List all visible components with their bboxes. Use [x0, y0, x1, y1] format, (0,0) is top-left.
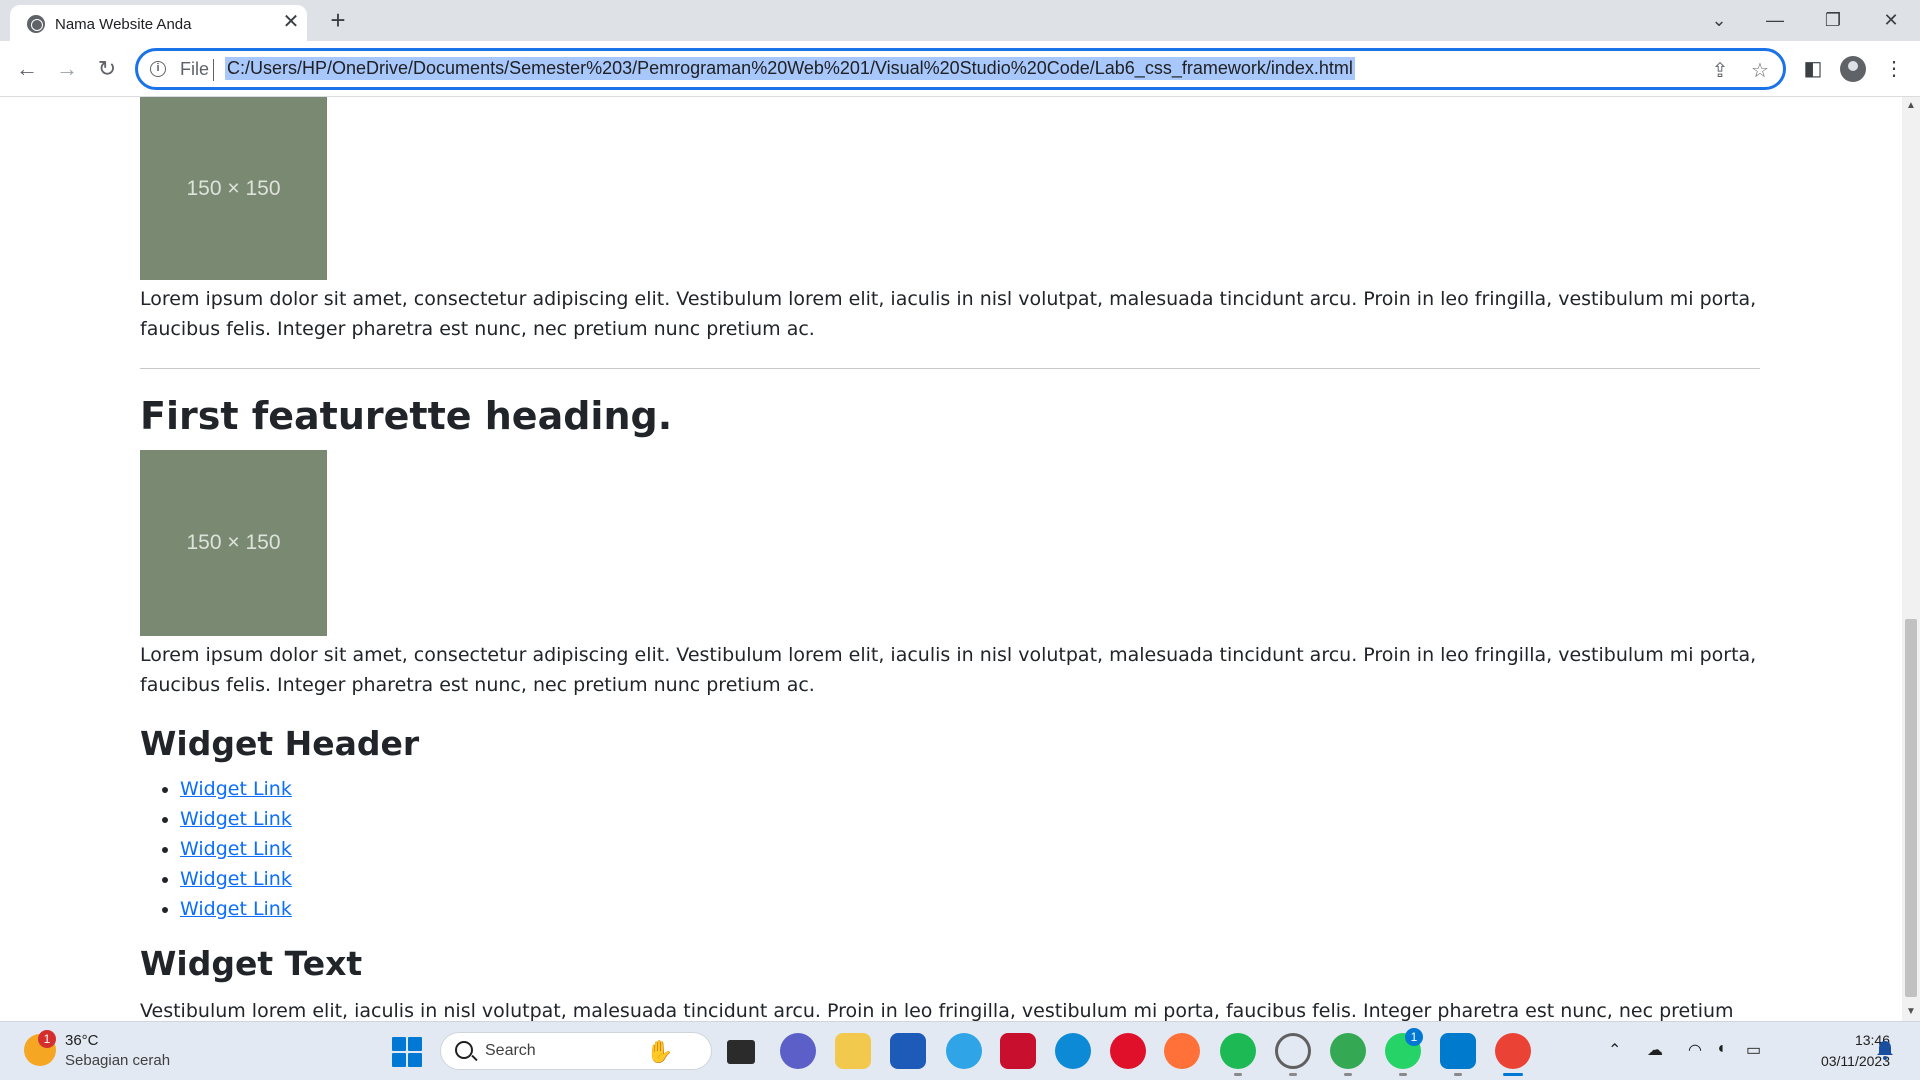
edge-preview-icon[interactable] [946, 1033, 982, 1069]
forward-button[interactable]: → [52, 54, 82, 84]
placeholder-label: 150 × 150 [186, 531, 281, 554]
new-tab-button[interactable]: + [324, 7, 352, 35]
reload-button[interactable]: ↻ [92, 54, 122, 84]
back-button[interactable]: ← [12, 54, 42, 84]
placeholder-image: 150 × 150 [140, 97, 327, 280]
chevron-up-icon[interactable]: ⌃ [1608, 1040, 1621, 1060]
microsoft-store-icon[interactable] [890, 1033, 926, 1069]
list-item: Widget Link [180, 894, 1760, 924]
wifi-app-icon[interactable] [1275, 1033, 1311, 1069]
minimize-button[interactable]: — [1752, 4, 1798, 36]
edge-icon[interactable] [1055, 1033, 1091, 1069]
scroll-thumb[interactable] [1905, 619, 1917, 997]
restore-button[interactable]: ❐ [1810, 4, 1856, 36]
scroll-down-icon[interactable]: ▼ [1902, 1003, 1920, 1021]
widget-header: Widget Header [140, 724, 420, 763]
list-item: Widget Link [180, 804, 1760, 834]
widget-link-list: Widget Link Widget Link Widget Link Widg… [140, 774, 1760, 924]
globe-icon [27, 15, 45, 33]
list-item: Widget Link [180, 864, 1760, 894]
widget-link[interactable]: Widget Link [180, 808, 292, 830]
running-indicator [1399, 1073, 1407, 1076]
search-label: Search [485, 1042, 536, 1059]
file-explorer-icon[interactable] [835, 1033, 871, 1069]
tab-search-button[interactable]: ⌄ [1696, 4, 1742, 36]
start-button[interactable] [392, 1037, 422, 1067]
onedrive-icon[interactable]: ☁ [1647, 1040, 1663, 1060]
windows-logo-icon [392, 1037, 406, 1051]
info-icon[interactable]: i [150, 61, 166, 77]
featurette-paragraph: Lorem ipsum dolor sit amet, consectetur … [140, 288, 1757, 340]
close-window-button[interactable]: ✕ [1868, 4, 1914, 36]
side-panel-icon[interactable]: ◧ [1799, 55, 1827, 83]
wifi-icon[interactable]: ◠ [1688, 1040, 1702, 1060]
featurette-paragraph: Lorem ipsum dolor sit amet, consectetur … [140, 644, 1757, 696]
tab-strip: Nama Website Anda ✕ + ⌄ — ❐ ✕ [0, 0, 1920, 41]
chrome-icon[interactable] [1495, 1033, 1531, 1069]
widget-text-heading: Widget Text [140, 944, 363, 983]
placeholder-label: 150 × 150 [186, 176, 281, 200]
widget-link[interactable]: Widget Link [180, 898, 292, 920]
teams-icon[interactable] [780, 1033, 816, 1069]
address-bar[interactable]: i File C:/Users/HP/OneDrive/Documents/Se… [135, 48, 1786, 90]
vscode-icon[interactable] [1440, 1033, 1476, 1069]
widget-link[interactable]: Widget Link [180, 838, 292, 860]
widget-link[interactable]: Widget Link [180, 868, 292, 890]
running-indicator [1289, 1073, 1297, 1076]
weather-badge: 1 [38, 1030, 56, 1048]
scroll-up-icon[interactable]: ▲ [1902, 97, 1920, 115]
taskbar: 1 36°C Sebagian cerah Search ✋ 1 ⌃ ☁ ◠ ◖… [0, 1021, 1920, 1080]
browser-tab[interactable]: Nama Website Anda ✕ [10, 5, 307, 41]
widget-link[interactable]: Widget Link [180, 778, 292, 800]
widget-text: Vestibulum lorem elit, iaculis in nisl v… [140, 1000, 1734, 1021]
running-indicator [1454, 1073, 1462, 1076]
notification-bell-icon[interactable] [1876, 1040, 1894, 1060]
weather-description[interactable]: Sebagian cerah [65, 1052, 170, 1069]
weather-temperature[interactable]: 36°C [65, 1032, 99, 1049]
vertical-scrollbar[interactable]: ▲ ▼ [1902, 97, 1920, 1021]
volume-icon[interactable]: ◖ [1716, 1040, 1726, 1058]
task-view-icon[interactable] [727, 1040, 755, 1064]
battery-icon[interactable]: ▭ [1746, 1040, 1761, 1060]
running-indicator [1344, 1073, 1352, 1076]
page-content: 150 × 150 Lorem ipsum dolor sit amet, co… [140, 97, 1760, 1021]
profile-avatar[interactable] [1840, 56, 1866, 82]
url-scheme: File [180, 59, 210, 79]
taskbar-search[interactable]: Search ✋ [440, 1032, 712, 1070]
url-input[interactable]: C:/Users/HP/OneDrive/Documents/Semester%… [225, 57, 1355, 80]
tab-close-button[interactable]: ✕ [280, 11, 302, 33]
tab-title: Nama Website Anda [55, 16, 192, 33]
featurette-heading: First featurette heading. [140, 394, 673, 438]
menu-icon[interactable]: ⋮ [1880, 55, 1908, 83]
page-viewport: 150 × 150 Lorem ipsum dolor sit amet, co… [0, 97, 1902, 1021]
placeholder-image: 150 × 150 [140, 450, 327, 636]
firefox-icon[interactable] [1164, 1033, 1200, 1069]
spotify-icon[interactable] [1220, 1033, 1256, 1069]
divider [140, 368, 1760, 369]
url-separator [213, 59, 214, 81]
mcafee-icon[interactable] [1000, 1033, 1036, 1069]
active-indicator [1503, 1073, 1523, 1076]
opera-icon[interactable] [1110, 1033, 1146, 1069]
running-indicator [1234, 1073, 1242, 1076]
bookmark-star-icon[interactable]: ☆ [1748, 59, 1772, 83]
share-icon[interactable]: ⇪ [1708, 59, 1732, 83]
chrome-profile-icon[interactable] [1330, 1033, 1366, 1069]
browser-toolbar: ← → ↻ i File C:/Users/HP/OneDrive/Docume… [0, 41, 1920, 97]
list-item: Widget Link [180, 774, 1760, 804]
search-icon [455, 1041, 473, 1059]
list-item: Widget Link [180, 834, 1760, 864]
whatsapp-badge: 1 [1405, 1028, 1423, 1046]
search-highlight-icon: ✋ [646, 1039, 674, 1064]
clock-date[interactable]: 03/11/2023 [1786, 1053, 1890, 1069]
